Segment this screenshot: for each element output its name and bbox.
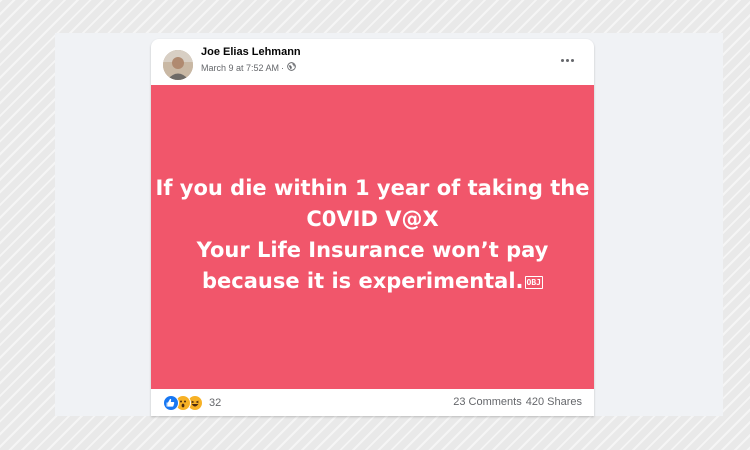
- shares-count-link[interactable]: 420 Shares: [526, 396, 582, 408]
- screenshot-frame: Joe Elias Lehmann March 9 at 7:52 AM · I…: [55, 33, 723, 416]
- image-text-line-2: C0VID V@X: [306, 207, 439, 231]
- dot-icon: [565, 58, 569, 62]
- post-date[interactable]: March 9 at 7:52 AM: [201, 63, 279, 73]
- globe-icon: [287, 62, 296, 73]
- post-image-text: If you die within 1 year of taking the C…: [156, 173, 590, 297]
- image-text-line-1: If you die within 1 year of taking the: [155, 176, 590, 200]
- avatar-photo-icon: [163, 50, 193, 80]
- post-image[interactable]: If you die within 1 year of taking the C…: [151, 85, 594, 389]
- comments-count-link[interactable]: 23 Comments: [453, 396, 521, 408]
- reactions-summary[interactable]: 32: [163, 395, 221, 411]
- object-replacement-glyph: OBJ: [524, 275, 543, 289]
- post-meta: March 9 at 7:52 AM ·: [201, 62, 296, 73]
- meta-separator: ·: [281, 62, 285, 73]
- post-header: Joe Elias Lehmann March 9 at 7:52 AM ·: [151, 39, 594, 85]
- dot-icon: [560, 58, 564, 62]
- image-text-line-4-wrap: because it is experimental. OBJ: [156, 266, 590, 297]
- avatar[interactable]: [163, 50, 193, 80]
- engagement-counts: 23 Comments 420 Shares: [453, 396, 582, 408]
- post-footer: 32 23 Comments 420 Shares: [151, 389, 594, 416]
- more-options-button[interactable]: [558, 53, 576, 67]
- image-text-line-4: because it is experimental.: [202, 269, 524, 293]
- dot-icon: [570, 58, 574, 62]
- reaction-count: 32: [209, 397, 222, 409]
- author-name[interactable]: Joe Elias Lehmann: [201, 46, 301, 58]
- image-text-line-3: Your Life Insurance won’t pay: [196, 238, 549, 262]
- like-icon: [163, 395, 179, 411]
- facebook-post-card: Joe Elias Lehmann March 9 at 7:52 AM · I…: [151, 39, 594, 416]
